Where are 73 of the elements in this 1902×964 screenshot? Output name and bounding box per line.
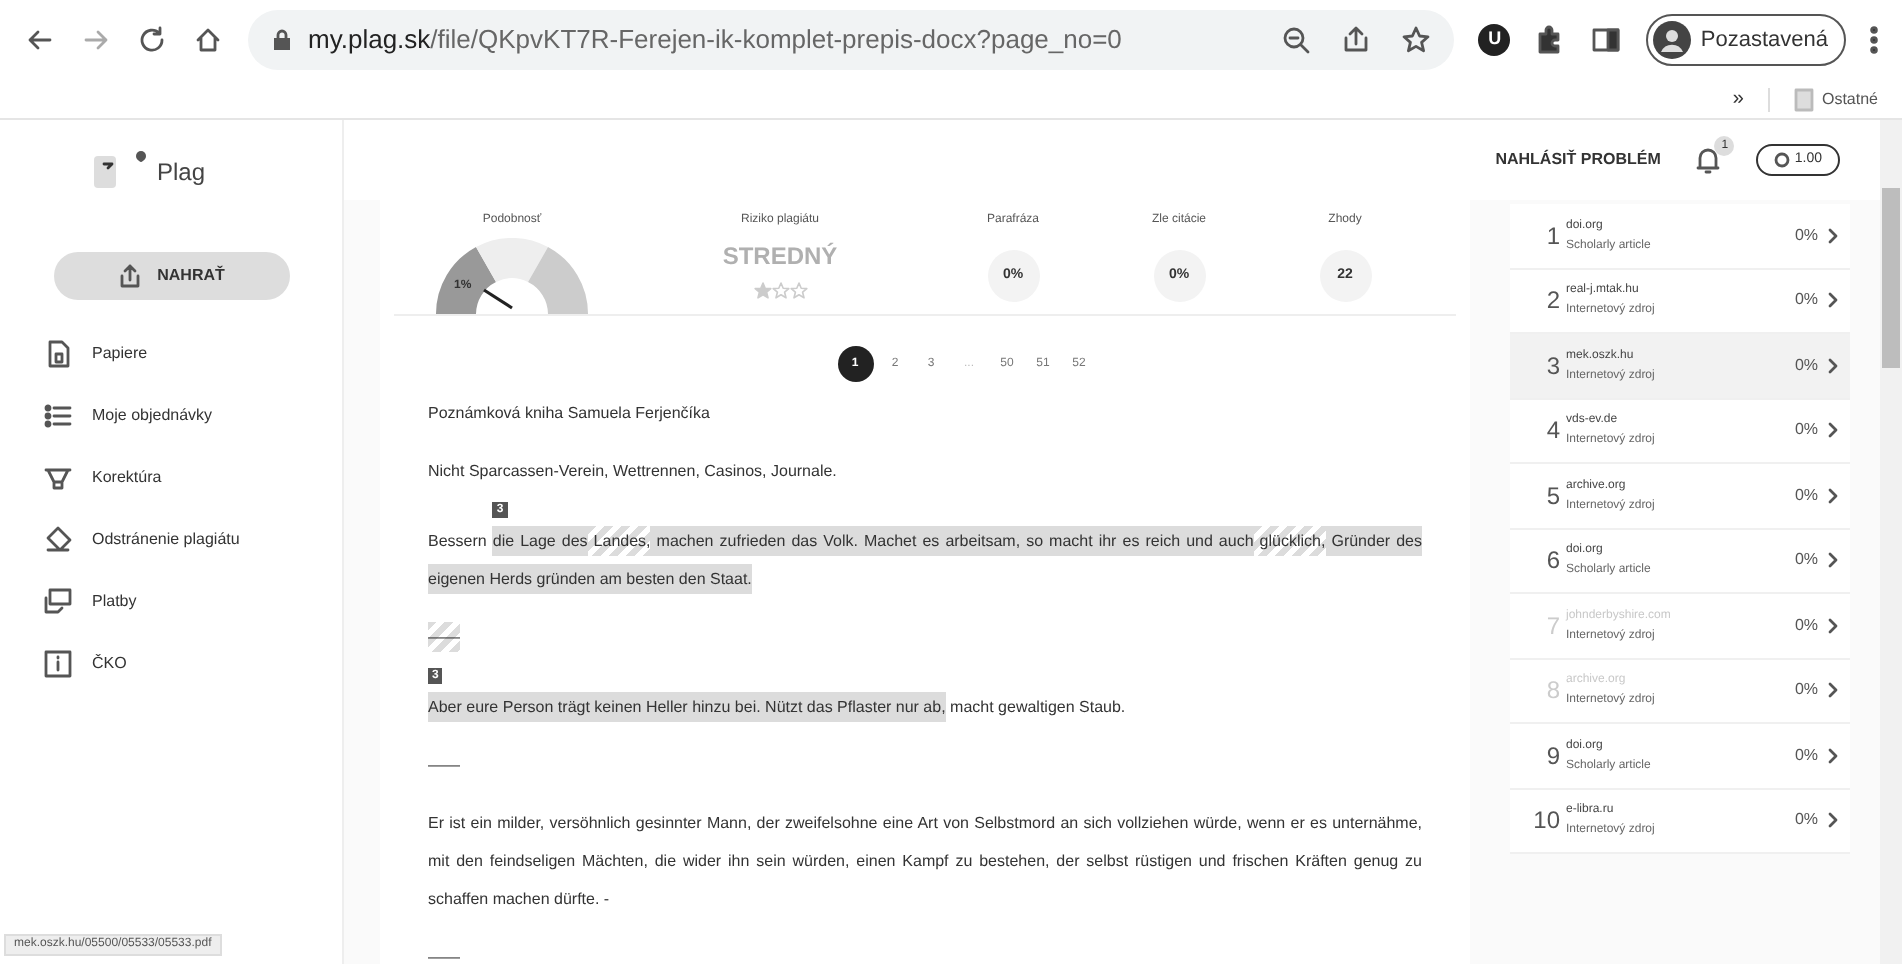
nav-item[interactable]: Moje objednávky — [44, 394, 342, 438]
source-number: 3 — [1544, 349, 1562, 384]
lock-icon — [272, 28, 292, 52]
chevron-right-icon — [1826, 292, 1838, 309]
chevron-right-icon — [1826, 357, 1838, 374]
profile-button[interactable]: Pozastavená — [1646, 14, 1846, 66]
source-number: 4 — [1544, 414, 1562, 449]
home-icon[interactable] — [192, 24, 224, 56]
folder-icon — [1793, 87, 1814, 111]
nav-item[interactable]: Odstránenie plagiátu — [44, 518, 342, 562]
source-percent: 0% — [1794, 678, 1818, 703]
source-number: 9 — [1544, 739, 1562, 774]
payment-icon — [44, 588, 72, 616]
scrollbar[interactable] — [1880, 120, 1902, 964]
source-percent: 0% — [1794, 288, 1818, 313]
zoom-icon[interactable] — [1282, 26, 1311, 54]
share-icon[interactable] — [1342, 26, 1371, 54]
risk-level: STREDNÝ — [722, 240, 838, 274]
document-paragraph: Nicht Sparcassen-Verein, Wettrennen, Casinos, Journale. — [428, 460, 839, 484]
source-percent: 0% — [1794, 548, 1818, 573]
avatar-icon — [1652, 20, 1693, 60]
nav-item[interactable]: ČKO — [44, 642, 342, 686]
document-paragraph: Er ist ein milder, versöhnlich gesinnter Mann, der zweifelsohne eine Art von Selbstmord an sich vollziehen würde, wenn er es unternähme, mit den feindseligen Mächten, die wider ihn sein würden, einen Kampf zu bestehen, der selbst rüstigen und frischen Kräften genug zu schaffen machen dürfte. - — [428, 812, 1422, 912]
list-icon — [44, 402, 72, 430]
source-number: 1 — [1544, 219, 1562, 254]
chevron-right-icon — [1826, 812, 1838, 829]
source-percent: 0% — [1794, 743, 1818, 768]
gauge-needle — [483, 288, 513, 310]
bell-icon[interactable] — [1692, 144, 1725, 176]
document-paragraph: —— — [428, 618, 1422, 656]
bookmark-folder[interactable]: Ostatné — [1767, 87, 1878, 111]
reload-icon[interactable] — [136, 24, 168, 56]
chevron-right-icon — [1826, 487, 1838, 504]
nav-item[interactable]: Korektúra — [44, 456, 342, 500]
chevron-right-icon — [1826, 552, 1838, 569]
extension-button[interactable]: U — [1478, 24, 1511, 56]
star-icon[interactable] — [1402, 26, 1431, 54]
chevron-right-icon — [1826, 682, 1838, 699]
source-number: 5 — [1544, 479, 1562, 514]
source-number: 2 — [1544, 284, 1562, 319]
nav-item[interactable]: Papiere — [44, 332, 342, 376]
upload-icon — [117, 264, 142, 288]
source-number: 10 — [1531, 804, 1562, 839]
url-text: my.plag.sk/file/QKpvKT7R-Ferejen-ik-komplet-prepis-docx?page_no=0 — [308, 22, 1124, 59]
document-paragraph: Poznámková kniha Samuela Ferjenčíka — [428, 402, 712, 426]
report-problem-link[interactable]: NAHLÁSIŤ PROBLÉM — [1495, 148, 1661, 172]
source-percent: 0% — [1794, 483, 1818, 508]
document-paragraph: —— — [428, 946, 462, 964]
source-percent: 0% — [1794, 613, 1818, 638]
filled-star-icon — [753, 282, 771, 300]
source-percent: 0% — [1794, 353, 1818, 378]
eraser-icon — [44, 526, 72, 554]
basket-icon — [44, 464, 72, 492]
info-icon — [44, 650, 72, 678]
bookmarks-more-button[interactable]: » — [1732, 84, 1744, 114]
nav-item[interactable]: Platby — [44, 580, 342, 624]
chevron-right-icon — [1826, 227, 1838, 244]
document-icon — [44, 340, 72, 368]
empty-star-icon — [789, 282, 807, 300]
source-number: 6 — [1544, 544, 1562, 579]
source-percent: 0% — [1794, 808, 1818, 833]
logo-text: Plag — [156, 156, 206, 190]
upload-button[interactable]: NAHRAŤ — [53, 252, 289, 300]
source-percent: 0% — [1794, 418, 1818, 443]
coin-icon — [1774, 152, 1791, 168]
side-panel-icon[interactable] — [1590, 24, 1623, 56]
address-bar[interactable]: my.plag.sk/file/QKpvKT7R-Ferejen-ik-komplet-prepis-docx?page_no=0 — [248, 10, 1455, 70]
chevron-right-icon — [1826, 617, 1838, 634]
document-paragraph: —— — [428, 754, 462, 778]
chevron-right-icon — [1826, 747, 1838, 764]
source-percent: 0% — [1794, 223, 1818, 248]
chevron-right-icon — [1826, 422, 1838, 439]
more-icon[interactable] — [1870, 26, 1878, 54]
